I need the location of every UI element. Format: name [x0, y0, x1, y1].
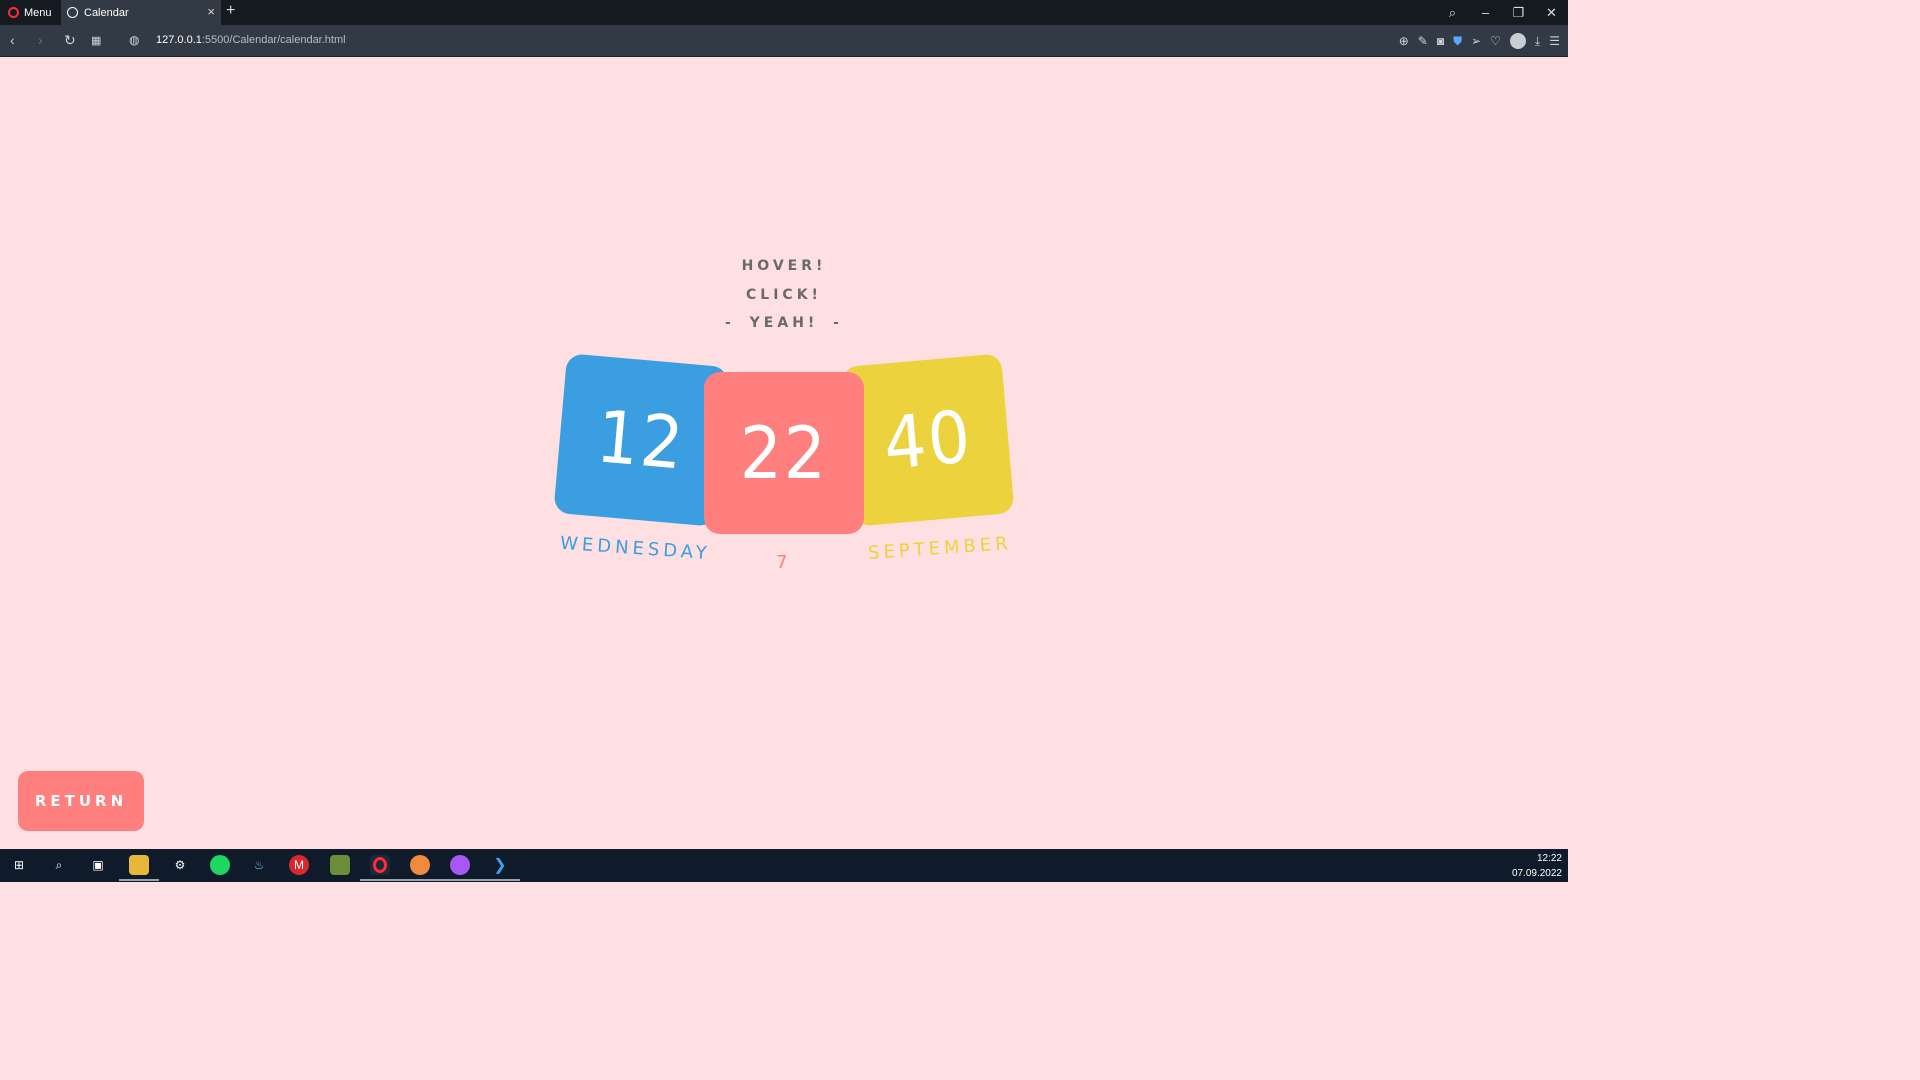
toolbar-icons: ⊕ ✎ ◙ ⛊ ➢ ♡ ⤓ ☰ — [1399, 25, 1560, 57]
minecraft-icon[interactable] — [330, 855, 350, 875]
minutes-value: 22 — [740, 411, 828, 495]
close-window-icon[interactable]: ✕ — [1535, 5, 1568, 21]
vscode-icon[interactable]: ❯ — [480, 855, 520, 881]
menu-label: Menu — [24, 6, 52, 19]
messenger-icon[interactable] — [440, 855, 480, 881]
tab-close-icon[interactable]: × — [207, 4, 215, 19]
reload-icon[interactable]: ↻ — [64, 32, 76, 49]
month-label: SEPTEMBER — [867, 533, 1013, 564]
adblock-shield-icon[interactable]: ⛊ — [1453, 34, 1462, 49]
window-controls: ⌕ – ❐ ✕ — [1436, 0, 1568, 25]
day-number-label: 7 — [776, 552, 788, 573]
back-icon[interactable]: ‹ — [10, 32, 15, 48]
profile-avatar-icon[interactable] — [1509, 33, 1526, 49]
search-tabs-icon[interactable]: ⌕ — [1436, 5, 1469, 21]
tagline-click: CLICK! — [746, 287, 822, 303]
heart-icon[interactable]: ♡ — [1490, 34, 1501, 48]
windows-taskbar: ⊞ ⌕ ▣ ⚙ ♨ M ❯ 12:22 07.09.2022 — [0, 849, 1568, 882]
discord-icon[interactable] — [400, 855, 440, 881]
browser-navbar: ‹ › ↻ ▦ ◍ 127.0.0.1:5500/Calendar/calend… — [0, 25, 1568, 57]
address-bar[interactable]: 127.0.0.1:5500/Calendar/calendar.html — [156, 34, 346, 46]
hours-card[interactable]: 12 — [553, 353, 729, 527]
day-name-label: WEDNESDAY — [559, 532, 712, 565]
opera-icon[interactable] — [360, 855, 400, 881]
tagline-hover: HOVER! — [741, 258, 827, 274]
system-clock[interactable]: 12:22 07.09.2022 — [1512, 851, 1562, 881]
file-explorer-icon[interactable] — [119, 855, 159, 881]
opera-logo-icon — [8, 7, 19, 18]
clock-date: 07.09.2022 — [1511, 868, 1562, 879]
tabs-grid-icon[interactable]: ▦ — [91, 34, 101, 47]
hours-value: 12 — [593, 394, 689, 486]
forward-icon[interactable]: › — [38, 32, 43, 48]
url-path: :5500/Calendar/calendar.html — [201, 34, 346, 46]
steam-icon[interactable]: ♨ — [249, 855, 269, 875]
camera-icon[interactable]: ◙ — [1437, 34, 1444, 48]
download-icon[interactable]: ⤓ — [1535, 34, 1540, 49]
search-icon[interactable]: ⌕ — [49, 855, 69, 875]
minimize-icon[interactable]: – — [1469, 5, 1502, 20]
site-info-icon[interactable]: ◍ — [129, 33, 139, 47]
task-view-icon[interactable]: ▣ — [88, 855, 108, 875]
browser-tabstrip: Menu Calendar × + ⌕ – ❐ ✕ — [0, 0, 1568, 25]
spotify-icon[interactable] — [210, 855, 230, 875]
tab-title: Calendar — [84, 6, 129, 19]
return-button[interactable]: RETURN — [18, 771, 144, 831]
globe-icon — [67, 7, 78, 18]
steelseries-icon[interactable]: ⚙ — [170, 855, 190, 875]
zoom-icon[interactable]: ⊕ — [1399, 34, 1409, 48]
restore-icon[interactable]: ❐ — [1502, 5, 1535, 21]
clock-time: 12:22 — [1536, 853, 1562, 864]
tagline-yeah: - YEAH! - — [724, 315, 843, 331]
send-icon[interactable]: ➢ — [1471, 34, 1481, 48]
seconds-card[interactable]: 40 — [841, 353, 1015, 527]
mega-icon[interactable]: M — [289, 855, 309, 875]
opera-menu-button[interactable]: Menu — [0, 0, 60, 25]
edit-icon[interactable]: ✎ — [1418, 34, 1428, 48]
minutes-card[interactable]: 22 — [704, 372, 864, 534]
url-host: 127.0.0.1 — [156, 34, 202, 46]
windows-start-icon[interactable]: ⊞ — [9, 855, 29, 875]
tab-calendar[interactable]: Calendar × — [61, 0, 221, 25]
easy-setup-icon[interactable]: ☰ — [1549, 34, 1560, 48]
new-tab-button[interactable]: + — [226, 2, 235, 20]
seconds-value: 40 — [880, 394, 976, 486]
